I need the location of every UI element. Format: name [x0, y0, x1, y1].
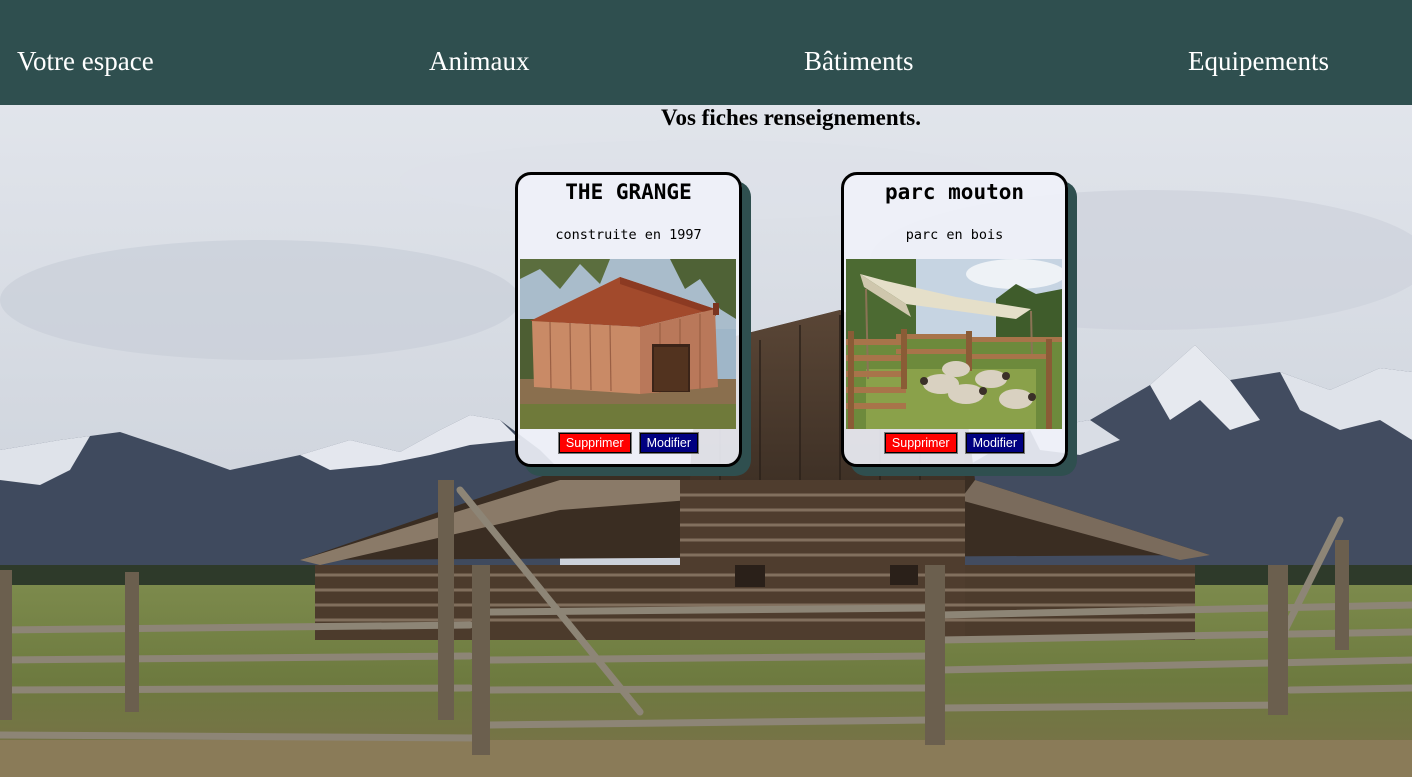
card-description: parc en bois	[905, 227, 1004, 243]
sheep-pen-photo	[846, 259, 1062, 429]
card-title: THE GRANGE	[565, 180, 692, 204]
delete-button[interactable]: Supprimer	[883, 432, 958, 454]
delete-button[interactable]: Supprimer	[557, 432, 632, 454]
nav-item-votre-espace[interactable]: Votre espace	[17, 44, 154, 78]
card-description: construite en 1997	[555, 227, 702, 243]
building-card: THE GRANGE construite en 1997 Supprimer …	[515, 172, 742, 467]
nav-item-equipements[interactable]: Equipements	[1188, 44, 1329, 78]
edit-button[interactable]: Modifier	[964, 432, 1026, 454]
nav-item-batiments[interactable]: Bâtiments	[804, 44, 914, 78]
nav-item-animaux[interactable]: Animaux	[429, 44, 530, 78]
top-navigation: Votre espace Animaux Bâtiments Equipemen…	[0, 0, 1412, 105]
building-card: parc mouton parc en bois Supprimer Modif…	[841, 172, 1068, 467]
page-title: Vos fiches renseignements.	[660, 105, 922, 130]
card-title: parc mouton	[884, 180, 1025, 204]
building-photo	[520, 259, 736, 429]
edit-button[interactable]: Modifier	[638, 432, 700, 454]
card-actions: Supprimer Modifier	[518, 432, 739, 454]
card-actions: Supprimer Modifier	[844, 432, 1065, 454]
